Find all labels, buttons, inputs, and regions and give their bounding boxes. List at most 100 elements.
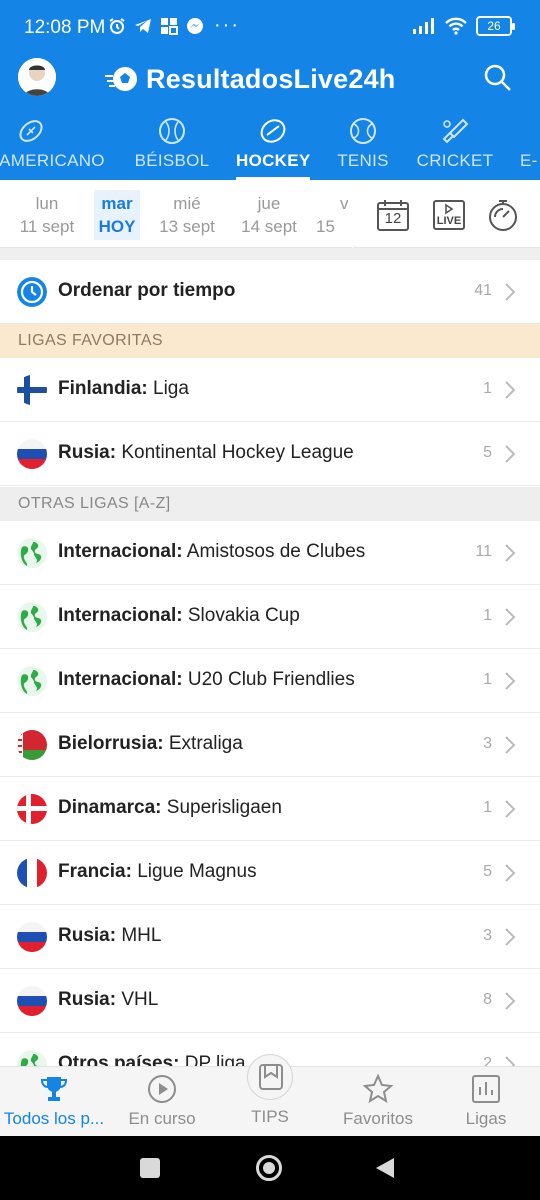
nav-ligas[interactable]: Ligas	[432, 1067, 540, 1137]
league-country: Rusia:	[58, 989, 117, 1010]
tab-label: CRICKET	[416, 151, 494, 170]
status-bar: 12:08 PM ··· 26	[0, 0, 540, 56]
timer-button[interactable]	[486, 198, 520, 232]
date-day: mar	[101, 194, 133, 213]
nav-label: TIPS	[251, 1107, 289, 1126]
league-title: Liga	[147, 378, 189, 399]
stopwatch-icon	[489, 200, 517, 231]
league-row[interactable]: Francia: Ligue Magnus 5	[0, 841, 540, 905]
chevron-right-icon	[505, 928, 516, 946]
date-day: v	[340, 194, 348, 213]
chevron-right-icon	[505, 544, 516, 562]
league-country: Finlandia:	[58, 378, 148, 399]
league-row[interactable]: Bielorrusia: Extraliga 3	[0, 713, 540, 777]
league-count: 1	[483, 799, 492, 816]
chevron-right-icon	[505, 445, 516, 463]
league-country: Internacional:	[58, 541, 183, 562]
league-title: Superisligaen	[161, 797, 282, 818]
league-count: 1	[483, 607, 492, 624]
calendar-button[interactable]: 12	[376, 198, 410, 232]
chevron-right-icon	[505, 381, 516, 399]
flag-finland-icon	[17, 375, 47, 405]
league-count: 3	[483, 735, 492, 752]
tab-hockey[interactable]: HOCKEY	[236, 112, 310, 180]
nav-todos[interactable]: Todos los p...	[0, 1067, 108, 1137]
tab-beisbol[interactable]: BÉISBOL	[130, 112, 214, 180]
search-button[interactable]	[482, 62, 514, 94]
separator	[0, 248, 540, 260]
live-button[interactable]: LIVE	[432, 198, 466, 232]
status-time: 12:08 PM	[24, 17, 106, 38]
league-row[interactable]: Rusia: MHL 3	[0, 905, 540, 969]
tab-tenis[interactable]: TENIS	[334, 112, 392, 180]
league-row[interactable]: Finlandia: Liga 1	[0, 358, 540, 422]
brand-logo: ResultadosLive24h	[104, 62, 396, 96]
user-avatar-icon	[18, 58, 56, 96]
flag-denmark-icon	[17, 794, 47, 824]
calendar-day: 12	[384, 210, 402, 227]
clock-icon	[17, 277, 47, 307]
cricket-icon	[442, 118, 469, 144]
tab-label: E-	[520, 151, 538, 170]
league-row[interactable]: Rusia: VHL 8	[0, 969, 540, 1033]
recent-apps-icon[interactable]	[140, 1158, 160, 1178]
tab-americano[interactable]: AMERICANO	[0, 112, 110, 180]
nav-label: Todos los p...	[3, 1109, 105, 1128]
tips-button[interactable]	[247, 1054, 293, 1100]
date-date: 11 sept	[19, 217, 75, 236]
nav-favoritos[interactable]: Favoritos	[324, 1067, 432, 1137]
league-name: Rusia: Kontinental Hockey League	[58, 442, 354, 464]
football-icon	[19, 120, 43, 142]
sort-by-time-row[interactable]: Ordenar por tiempo 41	[0, 260, 540, 324]
league-row[interactable]: Internacional: U20 Club Friendlies 1	[0, 649, 540, 713]
league-row[interactable]: Internacional: Amistosos de Clubes 11	[0, 521, 540, 585]
avatar[interactable]	[18, 58, 56, 96]
tab-label: BÉISBOL	[134, 151, 210, 170]
league-name: Rusia: VHL	[58, 989, 158, 1011]
nav-label: Ligas	[465, 1109, 507, 1128]
brand-name: ResultadosLive24h	[146, 63, 396, 94]
tips-icon	[259, 1064, 283, 1090]
date-date: 15	[316, 217, 335, 236]
chevron-right-icon	[505, 283, 516, 301]
date-vie[interactable]: v 15	[316, 192, 348, 238]
date-lun[interactable]: lun 11 sept	[9, 192, 85, 238]
league-name: Internacional: Amistosos de Clubes	[58, 541, 365, 563]
home-icon[interactable]	[256, 1155, 282, 1181]
telegram-icon	[135, 19, 151, 33]
tab-cricket[interactable]: CRICKET	[414, 112, 496, 180]
nav-en-curso[interactable]: En curso	[108, 1067, 216, 1137]
league-title: Ligue Magnus	[131, 861, 257, 882]
chevron-right-icon	[505, 736, 516, 754]
league-count: 5	[483, 444, 492, 461]
league-country: Francia:	[58, 861, 132, 882]
hockey-puck-icon	[260, 119, 286, 143]
date-today[interactable]: mar HOY	[94, 190, 140, 240]
flag-russia-icon	[17, 986, 47, 1016]
tab-label: TENIS	[337, 151, 389, 170]
league-name: Bielorrusia: Extraliga	[58, 733, 243, 755]
league-country: Internacional:	[58, 669, 183, 690]
back-icon[interactable]	[374, 1156, 396, 1180]
chevron-right-icon	[505, 672, 516, 690]
date-mie[interactable]: mié 13 sept	[149, 192, 225, 238]
league-row[interactable]: Rusia: Kontinental Hockey League 5	[0, 422, 540, 486]
league-row[interactable]: Dinamarca: Superisligaen 1	[0, 777, 540, 841]
tab-esports[interactable]: E-	[516, 112, 540, 180]
league-name: Internacional: Slovakia Cup	[58, 605, 300, 627]
flag-russia-icon	[17, 922, 47, 952]
chevron-right-icon	[505, 800, 516, 818]
chevron-right-icon	[505, 864, 516, 882]
league-country: Dinamarca:	[58, 797, 162, 818]
league-count: 8	[483, 991, 492, 1008]
league-count: 3	[483, 927, 492, 944]
date-date: HOY	[98, 217, 136, 236]
baseball-icon	[159, 118, 185, 144]
league-count: 1	[483, 380, 492, 397]
section-favorites: LIGAS FAVORITAS	[0, 324, 540, 358]
soccer-ball-logo-icon	[105, 67, 137, 91]
date-jue[interactable]: jue 14 sept	[231, 192, 307, 238]
live-label: LIVE	[436, 215, 462, 227]
league-row[interactable]: Internacional: Slovakia Cup 1	[0, 585, 540, 649]
league-name: Finlandia: Liga	[58, 378, 189, 400]
